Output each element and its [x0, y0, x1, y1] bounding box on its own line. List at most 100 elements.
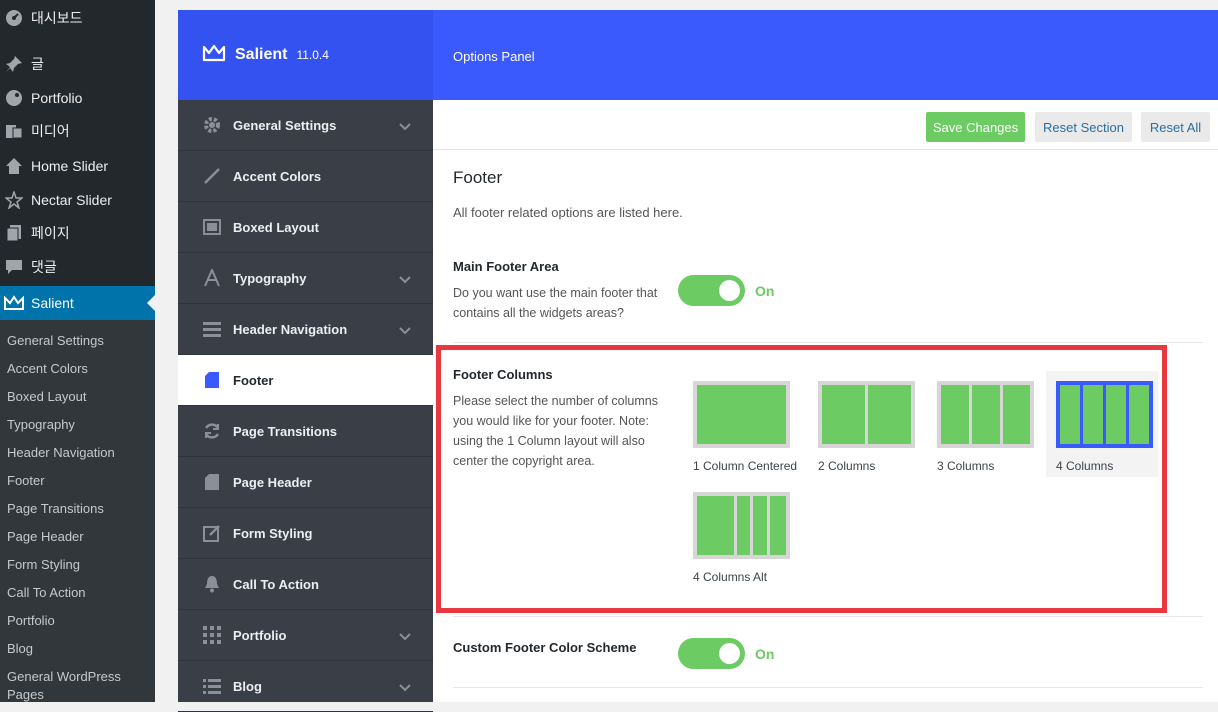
wp-submenu-item[interactable]: Header Navigation	[7, 444, 147, 462]
dashboard-icon	[4, 8, 24, 28]
palette-icon	[4, 88, 24, 108]
nav-item-header-navigation[interactable]: Header Navigation	[178, 304, 433, 355]
nav-item-footer[interactable]: Footer	[178, 355, 433, 406]
wp-menu-label: 글	[31, 56, 44, 72]
wp-menu-salient[interactable]: Salient	[0, 286, 155, 320]
column-bar	[737, 496, 750, 555]
wp-menu-comments[interactable]: 댓글	[0, 250, 155, 284]
wp-menu-label: Nectar Slider	[31, 192, 112, 208]
wp-admin-sidebar: 대시보드 글 Portfolio 미디어 Home Slider Nectar …	[0, 0, 155, 702]
custom-color-scheme-title: Custom Footer Color Scheme	[453, 640, 637, 655]
wp-menu-label: 대시보드	[31, 10, 83, 26]
wp-menu-label: Salient	[31, 295, 74, 311]
wp-submenu-item[interactable]: Footer	[7, 472, 147, 490]
column-bar	[697, 385, 786, 444]
wp-submenu-item[interactable]: Page Transitions	[7, 500, 147, 518]
option-label: 2 Columns	[818, 459, 876, 473]
font-icon	[202, 268, 222, 288]
nav-item-general-settings[interactable]: General Settings	[178, 100, 433, 151]
column-bar	[1083, 385, 1103, 444]
wp-menu-posts[interactable]: 글	[0, 47, 155, 81]
footer-columns-option-1-centered[interactable]: 1 Column Centered	[693, 381, 798, 476]
wp-menu-portfolio[interactable]: Portfolio	[0, 81, 155, 115]
footer-columns-option-4[interactable]: 4 Columns	[1046, 371, 1158, 477]
wp-submenu-item[interactable]: Boxed Layout	[7, 388, 147, 406]
wp-submenu-item[interactable]: Page Header	[7, 528, 147, 546]
nav-label: Footer	[233, 372, 274, 388]
main-footer-area-toggle[interactable]	[678, 275, 745, 306]
reset-section-button[interactable]: Reset Section	[1035, 112, 1132, 142]
footer-columns-option-3[interactable]: 3 Columns	[937, 381, 1042, 476]
column-bar	[822, 385, 865, 444]
nav-item-blog[interactable]: Blog	[178, 661, 433, 712]
wp-submenu-item[interactable]: Portfolio	[7, 612, 147, 630]
reset-all-button[interactable]: Reset All	[1141, 112, 1210, 142]
column-bar	[1003, 385, 1030, 444]
wp-menu-media[interactable]: 미디어	[0, 114, 155, 148]
layout-thumbnail	[937, 381, 1034, 448]
wp-submenu-item[interactable]: Typography	[7, 416, 147, 434]
nav-label: Typography	[233, 270, 307, 286]
nav-item-page-header[interactable]: Page Header	[178, 457, 433, 508]
nav-item-page-transitions[interactable]: Page Transitions	[178, 406, 433, 457]
chevron-down-icon	[399, 272, 411, 287]
column-bar	[868, 385, 911, 444]
nav-item-portfolio[interactable]: Portfolio	[178, 610, 433, 661]
toolbar: Save Changes Reset Section Reset All	[433, 100, 1218, 150]
wp-submenu-item[interactable]: Accent Colors	[7, 360, 147, 378]
wp-menu-label: Home Slider	[31, 158, 109, 174]
page-icon	[202, 472, 222, 492]
custom-color-scheme-toggle[interactable]	[678, 638, 745, 669]
save-changes-button[interactable]: Save Changes	[926, 112, 1025, 142]
wp-submenu-item[interactable]: Call To Action	[7, 584, 147, 602]
column-bar	[1129, 385, 1149, 444]
nav-item-boxed-layout[interactable]: Boxed Layout	[178, 202, 433, 253]
crown-icon	[202, 44, 226, 67]
nav-item-call-to-action[interactable]: Call To Action	[178, 559, 433, 610]
chevron-down-icon	[399, 629, 411, 644]
star-icon	[4, 190, 24, 210]
wp-submenu-item[interactable]: General WordPress Pages	[7, 668, 147, 704]
divider	[453, 687, 1203, 688]
wp-menu-pages[interactable]: 페이지	[0, 216, 155, 250]
gear-icon	[202, 115, 222, 135]
bell-icon	[202, 574, 222, 594]
pin-icon	[4, 54, 24, 74]
nav-item-form-styling[interactable]: Form Styling	[178, 508, 433, 559]
wp-submenu: General Settings Accent Colors Boxed Lay…	[0, 320, 155, 702]
menu-bars-icon	[202, 319, 222, 339]
wp-submenu-item[interactable]: General Settings	[7, 332, 147, 350]
wp-menu-label: 페이지	[31, 225, 70, 241]
boxed-layout-icon	[202, 217, 222, 237]
nav-label: Header Navigation	[233, 321, 348, 337]
nav-item-typography[interactable]: Typography	[178, 253, 433, 304]
divider	[453, 342, 1203, 343]
home-icon	[4, 156, 24, 176]
nav-label: Page Header	[233, 474, 312, 490]
divider	[453, 616, 1203, 617]
chevron-down-icon	[399, 323, 411, 338]
column-bar	[753, 496, 767, 555]
grid-icon	[202, 625, 222, 645]
wp-submenu-item[interactable]: Form Styling	[7, 556, 147, 574]
brand-name: Salient	[235, 46, 288, 63]
nav-label: Portfolio	[233, 627, 287, 643]
wp-submenu-item[interactable]: Blog	[7, 640, 147, 658]
brand: Salient 11.0.4	[178, 10, 433, 100]
wp-menu-nectar-slider[interactable]: Nectar Slider	[0, 183, 155, 217]
column-bar	[697, 496, 734, 555]
nav-item-accent-colors[interactable]: Accent Colors	[178, 151, 433, 202]
footer-columns-option-4-alt[interactable]: 4 Columns Alt	[693, 492, 798, 587]
section-title: Footer	[453, 168, 503, 187]
comment-icon	[4, 257, 24, 277]
wp-menu-home-slider[interactable]: Home Slider	[0, 149, 155, 183]
brush-icon	[202, 166, 222, 186]
footer-columns-option-2[interactable]: 2 Columns	[818, 381, 923, 476]
toggle-knob	[719, 280, 740, 301]
wp-menu-dashboard[interactable]: 대시보드	[0, 1, 155, 35]
option-label: 4 Columns	[1056, 459, 1114, 473]
list-icon	[202, 676, 222, 696]
layout-thumbnail	[693, 381, 790, 448]
pages-icon	[4, 223, 24, 243]
custom-color-scheme-toggle-label: On	[755, 646, 775, 662]
